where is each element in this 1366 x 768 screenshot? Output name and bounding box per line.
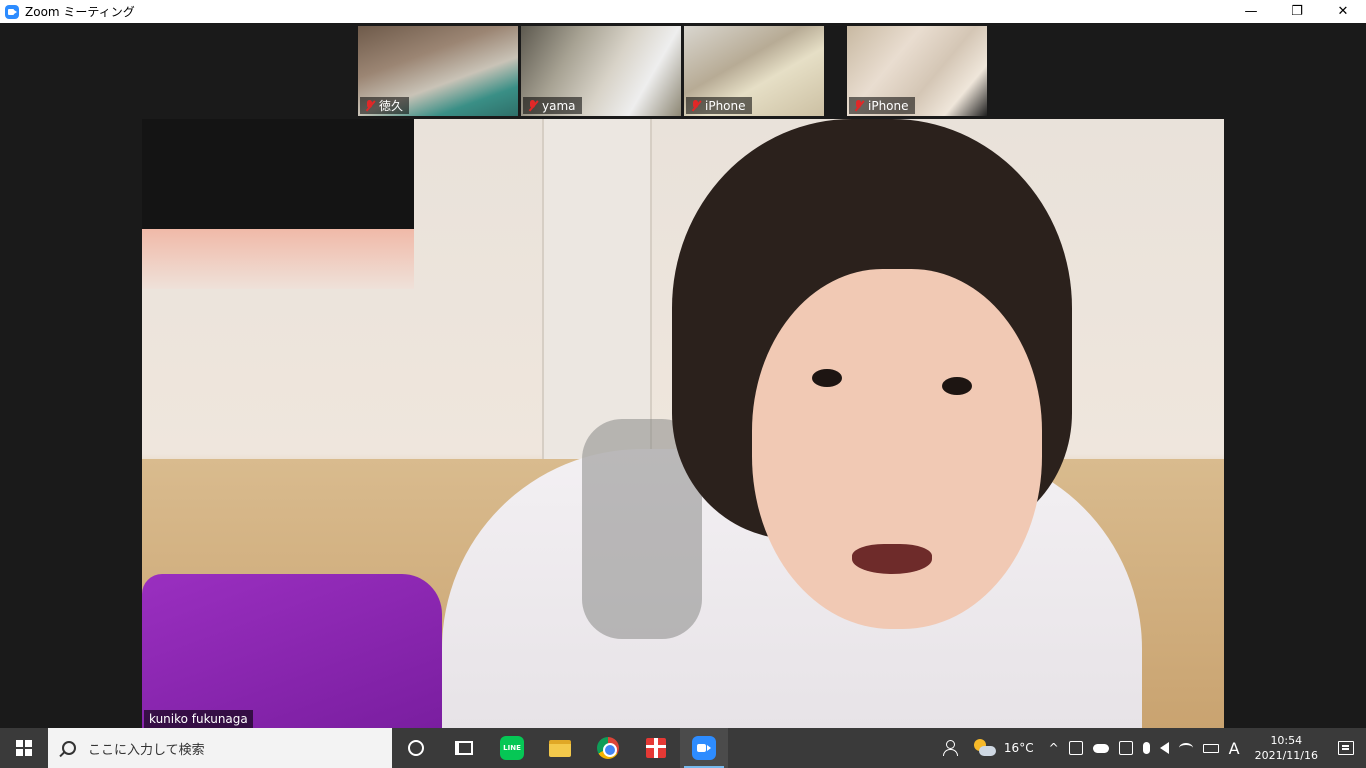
active-speaker-video[interactable]: kuniko fukunaga — [142, 119, 1224, 728]
participant-name: 徳久 — [379, 99, 404, 113]
battery-button[interactable] — [1198, 728, 1224, 768]
clock[interactable]: 10:54 2021/11/16 — [1245, 733, 1328, 763]
participant-name: iPhone — [705, 98, 746, 113]
title-bar: Zoom ミーティング — ❐ ✕ — [0, 0, 1366, 23]
mic-muted-icon — [364, 99, 375, 112]
tray-app-button[interactable] — [1064, 728, 1088, 768]
onedrive-button[interactable] — [1088, 728, 1114, 768]
weather-temperature: 16°C — [1003, 741, 1034, 755]
background-curtain — [142, 119, 414, 229]
cortana-icon — [408, 740, 424, 756]
chrome-icon — [597, 737, 619, 759]
participant-label: iPhone — [686, 97, 752, 114]
chevron-up-icon: ^ — [1048, 741, 1059, 755]
speaker-mouth — [852, 544, 932, 574]
system-tray: 16°C ^ A 10:54 2021/11/16 — [938, 728, 1366, 768]
participant-label: iPhone — [849, 97, 915, 114]
cortana-button[interactable] — [392, 728, 440, 768]
weather-widget[interactable]: 16°C — [964, 728, 1044, 768]
search-placeholder: ここに入力して検索 — [88, 742, 205, 758]
speaker-eye — [812, 369, 842, 387]
zoom-app-icon — [5, 4, 19, 19]
participant-tile[interactable]: iPhone — [847, 26, 987, 116]
window-title: Zoom ミーティング — [25, 5, 135, 19]
speaker-icon — [1159, 742, 1169, 754]
search-icon — [62, 741, 76, 755]
window-controls: — ❐ ✕ — [1228, 0, 1366, 23]
line-app-button[interactable]: LINE — [488, 728, 536, 768]
participant-tile[interactable]: iPhone — [684, 26, 824, 116]
participant-tile[interactable]: 徳久 — [358, 26, 518, 116]
taskbar-search-box[interactable]: ここに入力して検索 — [48, 728, 392, 768]
network-button[interactable] — [1174, 728, 1198, 768]
background-wall — [142, 229, 414, 289]
file-explorer-button[interactable] — [536, 728, 584, 768]
start-button[interactable] — [0, 728, 48, 768]
chrome-button[interactable] — [584, 728, 632, 768]
battery-icon — [1202, 743, 1219, 753]
clock-time: 10:54 — [1270, 734, 1303, 747]
show-hidden-icons-button[interactable]: ^ — [1044, 728, 1064, 768]
mic-muted-icon — [527, 99, 538, 112]
people-icon — [942, 740, 959, 756]
clock-date: 2021/11/16 — [1254, 749, 1318, 762]
restore-button[interactable]: ❐ — [1274, 0, 1320, 23]
folder-icon — [549, 739, 571, 757]
wifi-icon — [1178, 743, 1193, 753]
partly-cloudy-icon — [973, 739, 996, 757]
participant-name: iPhone — [868, 98, 909, 113]
participant-tile[interactable]: yama — [521, 26, 681, 116]
participant-label: 徳久 — [360, 97, 410, 114]
participant-name: yama — [542, 98, 576, 113]
people-button[interactable] — [938, 728, 964, 768]
input-method-button[interactable]: A — [1224, 728, 1245, 768]
gift-app-button[interactable] — [632, 728, 680, 768]
speaker-figure — [442, 119, 1142, 728]
windows-logo-icon — [16, 740, 32, 756]
tray-app-button[interactable] — [1114, 728, 1138, 768]
minimize-button[interactable]: — — [1228, 0, 1274, 23]
task-view-icon — [455, 741, 473, 755]
mic-muted-icon — [853, 99, 864, 112]
notification-center-icon[interactable] — [1338, 741, 1354, 755]
participant-label: yama — [523, 97, 582, 114]
line-app-icon: LINE — [500, 736, 524, 760]
yoga-mat — [142, 574, 442, 728]
close-button[interactable]: ✕ — [1320, 0, 1366, 23]
speaker-eye — [942, 377, 972, 395]
cloud-icon — [1092, 743, 1109, 753]
camera-icon — [1068, 741, 1083, 755]
microphone-icon — [1142, 742, 1150, 754]
zoom-taskbar-button[interactable] — [680, 728, 728, 768]
task-view-button[interactable] — [440, 728, 488, 768]
app-tray-icon — [1118, 741, 1133, 755]
active-speaker-name: kuniko fukunaga — [144, 710, 253, 728]
taskbar: ここに入力して検索 LINE 16°C ^ A 10:54 2021/11/16 — [0, 728, 1366, 768]
volume-button[interactable] — [1155, 728, 1174, 768]
microphone-button[interactable] — [1138, 728, 1155, 768]
zoom-icon — [692, 736, 716, 760]
mic-muted-icon — [690, 99, 701, 112]
gift-icon — [646, 738, 666, 758]
meeting-area: 徳久 yama iPhone iPhone kuniko fukunaga — [0, 23, 1366, 728]
speaker-face — [752, 269, 1042, 629]
